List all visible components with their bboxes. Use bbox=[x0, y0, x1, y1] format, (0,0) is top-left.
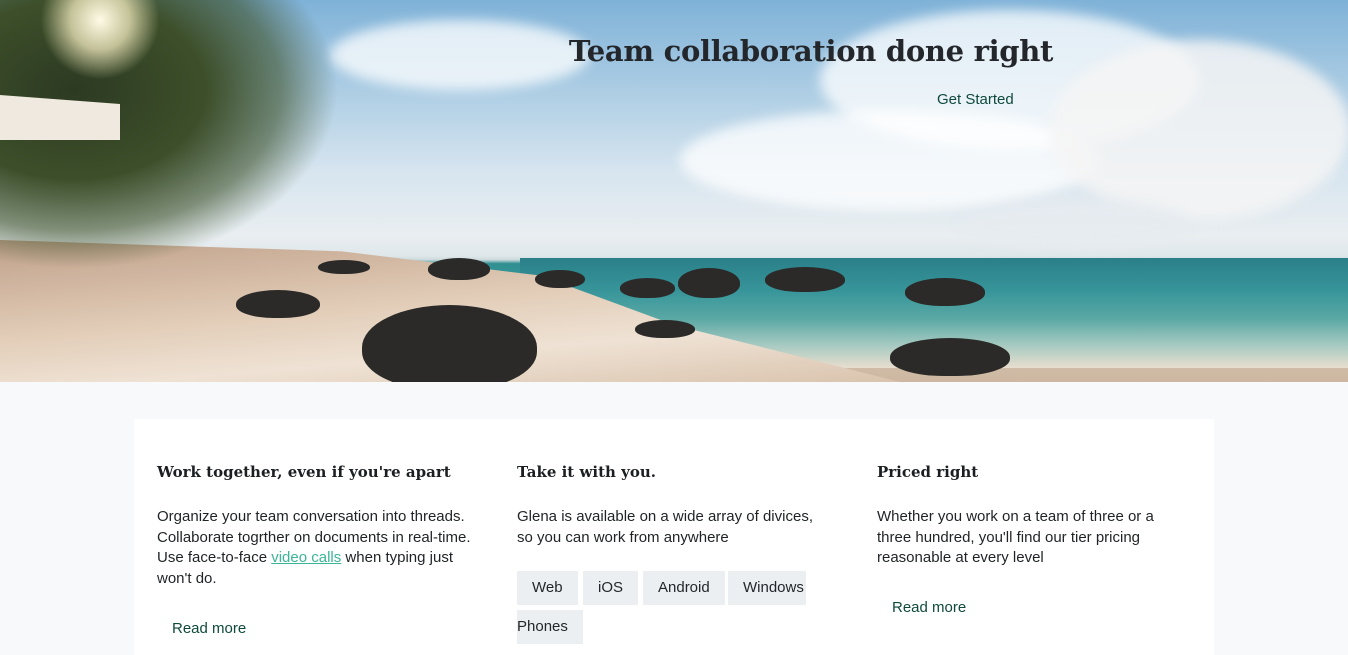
feature-description: Organize your team conversation into thr… bbox=[157, 508, 471, 587]
platform-chip-android[interactable]: Android bbox=[643, 571, 725, 605]
features-section: Work together, even if you're apart Orga… bbox=[134, 419, 1214, 655]
feature-title: Work together, even if you're apart bbox=[157, 463, 451, 481]
platform-chip-ios[interactable]: iOS bbox=[583, 571, 639, 605]
feature-title: Priced right bbox=[877, 463, 979, 481]
platform-chip-web[interactable]: Web bbox=[517, 571, 578, 605]
read-more-button[interactable]: Read more bbox=[877, 595, 981, 620]
feature-description: Whether you work on a team of three or a… bbox=[877, 508, 1154, 566]
read-more-button[interactable]: Read more bbox=[157, 616, 261, 641]
platform-chip-phones[interactable]: Phones bbox=[517, 610, 583, 644]
video-calls-link[interactable]: video calls bbox=[271, 549, 341, 566]
feature-description: Glena is available on a wide array of di… bbox=[517, 508, 813, 546]
feature-title: Take it with you. bbox=[517, 463, 656, 481]
feature-card-platforms: Take it with you. Glena is available on … bbox=[494, 419, 854, 655]
feature-card-collaboration: Work together, even if you're apart Orga… bbox=[134, 419, 494, 655]
get-started-button[interactable]: Get Started bbox=[925, 89, 1026, 110]
platform-chip-windows[interactable]: Windows bbox=[728, 571, 806, 605]
hero-banner: Team collaboration done right Get Starte… bbox=[0, 0, 1348, 382]
hero-title: Team collaboration done right bbox=[568, 34, 1054, 68]
feature-card-pricing: Priced right Whether you work on a team … bbox=[854, 419, 1214, 655]
